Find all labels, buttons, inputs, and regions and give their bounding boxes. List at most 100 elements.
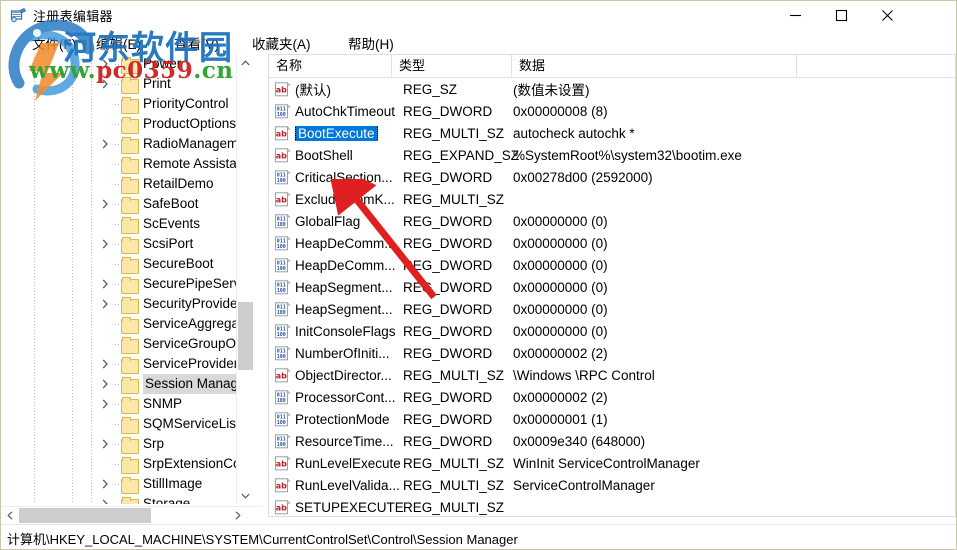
value-row[interactable]: 011 100 HeapDeComm... REG_DWORD 0x00000000 (… xyxy=(269,232,955,254)
svg-text:100: 100 xyxy=(277,112,286,118)
expand-chevron-icon[interactable] xyxy=(97,474,113,494)
chevron-down-icon[interactable] xyxy=(237,487,254,504)
tree-scroll-thumb[interactable] xyxy=(238,302,253,370)
tree-item-sqmservicelist[interactable]: ·· SQMServiceList xyxy=(1,414,246,434)
tree-item-snmp[interactable]: ·· SNMP xyxy=(1,394,246,414)
value-row[interactable]: ab RunLevelExecute REG_MULTI_SZ WinInit Ser… xyxy=(269,452,955,474)
value-row[interactable]: ab RunLevelValida... REG_MULTI_SZ ServiceCo… xyxy=(269,474,955,496)
svg-text:ab: ab xyxy=(276,459,287,468)
expand-chevron-icon[interactable] xyxy=(97,234,113,254)
tree-item-serviceprovider[interactable]: ·· ServiceProvider xyxy=(1,354,246,374)
column-header-type[interactable]: 类型 xyxy=(392,55,512,77)
value-row[interactable]: 011 100 InitConsoleFlags REG_DWORD 0x0000000… xyxy=(269,320,955,342)
maximize-button[interactable] xyxy=(818,1,864,29)
value-row[interactable]: 011 100 CriticalSection... REG_DWORD 0x00278… xyxy=(269,166,955,188)
column-header-data[interactable]: 数据 xyxy=(512,55,797,77)
chevron-up-icon[interactable] xyxy=(237,54,254,71)
expand-chevron-icon[interactable] xyxy=(97,434,113,454)
column-header-name[interactable]: 名称 xyxy=(269,55,392,77)
value-row[interactable]: ab SETUPEXECUTE REG_MULTI_SZ xyxy=(269,496,955,516)
tree-item-stillimage[interactable]: ·· StillImage xyxy=(1,474,246,494)
tree-item-scsiport[interactable]: ·· ScsiPort xyxy=(1,234,246,254)
registry-tree-pane[interactable]: ·· Power ·· Print ·· PriorityControl ·· Product… xyxy=(1,54,263,526)
tree-item-remote-assistance[interactable]: ·· Remote Assistance xyxy=(1,154,246,174)
tree-item-secureboot[interactable]: ·· SecureBoot xyxy=(1,254,246,274)
value-row[interactable]: ab ObjectDirector... REG_MULTI_SZ \Windows … xyxy=(269,364,955,386)
value-type: REG_DWORD xyxy=(403,433,493,449)
tree-item-power[interactable]: ·· Power xyxy=(1,54,246,74)
tree-connector-dots: ·· xyxy=(114,419,120,429)
value-name-text: ExcludeFromK... xyxy=(295,191,395,207)
folder-icon xyxy=(121,416,139,434)
value-row[interactable]: 011 100 AutoChkTimeout REG_DWORD 0x00000008 … xyxy=(269,100,955,122)
tree-connector-dots: ·· xyxy=(114,499,120,504)
tree-horizontal-scrollbar[interactable] xyxy=(1,506,262,524)
tree-item-securityproviders[interactable]: ·· SecurityProviders xyxy=(1,294,246,314)
expand-chevron-icon[interactable] xyxy=(97,354,113,374)
tree-item-srpextensionconfig[interactable]: ·· SrpExtensionConfig xyxy=(1,454,246,474)
expand-chevron-icon[interactable] xyxy=(97,374,113,394)
menu-view[interactable]: 查看(V) xyxy=(171,32,222,54)
value-name-text: CriticalSection... xyxy=(295,169,393,185)
expand-chevron-icon[interactable] xyxy=(97,294,113,314)
tree-hscroll-thumb[interactable] xyxy=(19,508,151,523)
chevron-left-icon[interactable] xyxy=(1,507,18,524)
close-button[interactable] xyxy=(864,1,910,29)
tree-item-scevents[interactable]: ·· ScEvents xyxy=(1,214,246,234)
value-row[interactable]: 011 100 NumberOfIniti... REG_DWORD 0x0000000… xyxy=(269,342,955,364)
tree-item-servicegrouporder[interactable]: ·· ServiceGroupOrder xyxy=(1,334,246,354)
value-row[interactable]: 011 100 ProcessorCont... REG_DWORD 0x0000000… xyxy=(269,386,955,408)
column-header-filler[interactable] xyxy=(797,55,955,77)
tree-item-radiomanagement[interactable]: ·· RadioManagement xyxy=(1,134,246,154)
expand-chevron-icon[interactable] xyxy=(97,194,113,214)
value-row[interactable]: 011 100 HeapSegment... REG_DWORD 0x00000000 … xyxy=(269,298,955,320)
minimize-button[interactable] xyxy=(772,1,818,29)
tree-item-securepipeservers[interactable]: ·· SecurePipeServers xyxy=(1,274,246,294)
tree-item-prioritycontrol[interactable]: ·· PriorityControl xyxy=(1,94,246,114)
expand-chevron-icon[interactable] xyxy=(97,74,113,94)
expand-chevron-icon[interactable] xyxy=(97,494,113,504)
value-name-text: AutoChkTimeout xyxy=(295,103,396,119)
value-row[interactable]: 011 100 ProtectionMode REG_DWORD 0x00000001 … xyxy=(269,408,955,430)
dword-value-icon: 011 100 xyxy=(274,103,291,119)
registry-path: 计算机\HKEY_LOCAL_MACHINE\SYSTEM\CurrentCon… xyxy=(7,532,518,547)
value-name-text: HeapDeComm... xyxy=(295,257,396,273)
tree-vertical-scrollbar[interactable] xyxy=(236,54,253,504)
value-row[interactable]: 011 100 HeapDeComm... REG_DWORD 0x00000000 (… xyxy=(269,254,955,276)
tree-item-productoptions[interactable]: ·· ProductOptions xyxy=(1,114,246,134)
folder-icon xyxy=(121,476,139,494)
tree-item-print[interactable]: ·· Print xyxy=(1,74,246,94)
tree-item-serviceaggregated[interactable]: ·· ServiceAggregated xyxy=(1,314,246,334)
value-row[interactable]: 011 100 HeapSegment... REG_DWORD 0x00000000 … xyxy=(269,276,955,298)
value-data: 0x00000000 (0) xyxy=(513,279,608,295)
tree-connector-dots: ·· xyxy=(114,399,120,409)
menu-help[interactable]: 帮助(H) xyxy=(345,32,397,54)
folder-icon xyxy=(121,56,139,74)
tree-item-label: ServiceAggregated xyxy=(143,316,246,331)
tree-item-label: Storage xyxy=(143,496,191,504)
value-list-pane[interactable]: 名称 类型 数据 ab (默认) REG_SZ (数值未设置) 011 100 AutoCh… xyxy=(268,54,956,517)
tree-item-safeboot[interactable]: ·· SafeBoot xyxy=(1,194,246,214)
tree-item-storage[interactable]: ·· Storage xyxy=(1,494,246,504)
expand-chevron-icon[interactable] xyxy=(97,394,113,414)
value-row[interactable]: ab BootExecute REG_MULTI_SZ autocheck autoc… xyxy=(269,122,955,144)
tree-item-srp[interactable]: ·· Srp xyxy=(1,434,246,454)
menu-edit[interactable]: 编辑(E) xyxy=(93,32,144,54)
value-row[interactable]: ab BootShell REG_EXPAND_SZ %SystemRoot%\sys… xyxy=(269,144,955,166)
expand-chevron-icon[interactable] xyxy=(97,54,113,74)
menu-favorites[interactable]: 收藏夹(A) xyxy=(249,32,314,54)
value-data: 0x00000002 (2) xyxy=(513,389,608,405)
tree-item-retaildemo[interactable]: ·· RetailDemo xyxy=(1,174,246,194)
expand-chevron-icon[interactable] xyxy=(97,134,113,154)
svg-text:ab: ab xyxy=(276,481,287,490)
value-row[interactable]: ab (默认) REG_SZ (数值未设置) xyxy=(269,78,955,100)
value-row[interactable]: 011 100 ResourceTime... REG_DWORD 0x0009e340… xyxy=(269,430,955,452)
menu-file[interactable]: 文件(F) xyxy=(29,32,79,54)
expand-chevron-icon[interactable] xyxy=(97,274,113,294)
chevron-right-icon[interactable] xyxy=(229,507,246,524)
value-row[interactable]: 011 100 GlobalFlag REG_DWORD 0x00000000 (0) xyxy=(269,210,955,232)
value-name: NumberOfIniti... xyxy=(295,346,403,361)
value-row[interactable]: ab ExcludeFromK... REG_MULTI_SZ xyxy=(269,188,955,210)
tree-item-session-manager[interactable]: ·· Session Manager xyxy=(1,374,246,394)
